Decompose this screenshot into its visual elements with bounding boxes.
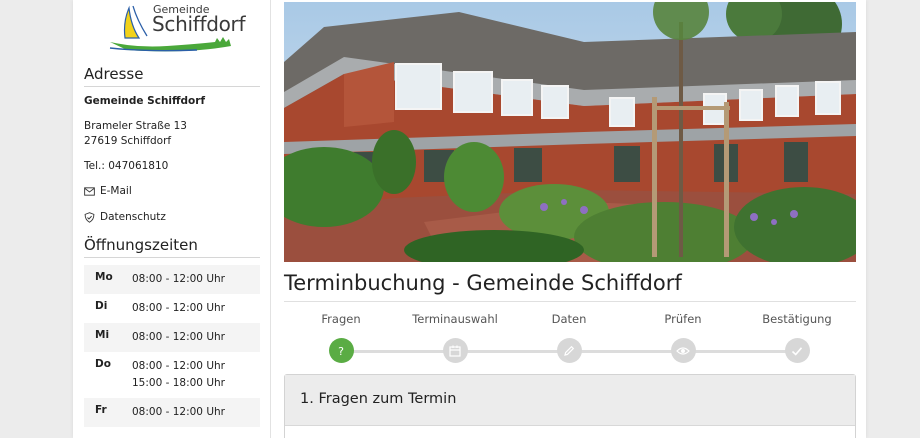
eye-icon	[670, 338, 696, 363]
envelope-icon	[84, 186, 95, 196]
step-label: Terminauswahl	[412, 312, 498, 326]
step-bestaetigung[interactable]: Bestätigung	[740, 312, 854, 363]
privacy-label: Datenschutz	[100, 211, 166, 223]
panel-body	[285, 426, 855, 438]
step-fragen[interactable]: Fragen ?	[284, 312, 398, 363]
hours-row: Di 08:00 - 12:00 Uhr	[84, 294, 260, 323]
step-pruefen[interactable]: Prüfen	[626, 312, 740, 363]
hours-time: 08:00 - 12:00 Uhr	[132, 406, 225, 418]
logo-line2: Schiffdorf	[152, 12, 246, 36]
hours-row: Mo 08:00 - 12:00 Uhr	[84, 265, 260, 294]
question-icon: ?	[328, 338, 354, 363]
opening-hours-table: Mo 08:00 - 12:00 Uhr Di 08:00 - 12:00 Uh…	[84, 265, 260, 427]
calendar-icon	[442, 338, 468, 363]
hours-time: 08:00 - 12:00 Uhr	[132, 302, 225, 314]
city: 27619 Schiffdorf	[84, 135, 172, 147]
phone[interactable]: Tel.: 047061810	[84, 160, 168, 172]
hours-time: 08:00 - 12:00 Uhr	[132, 331, 225, 343]
hours-day: Mo	[95, 271, 113, 283]
hours-time: 08:00 - 12:00 Uhr	[132, 273, 225, 285]
email-label: E-Mail	[100, 185, 132, 197]
shield-icon	[84, 211, 95, 223]
step-daten[interactable]: Daten	[512, 312, 626, 363]
building-illustration	[284, 2, 856, 262]
hours-time: 08:00 - 12:00 Uhr	[132, 360, 225, 372]
hours-day: Do	[95, 358, 111, 370]
svg-text:?: ?	[338, 345, 344, 358]
step-terminauswahl[interactable]: Terminauswahl	[398, 312, 512, 363]
email-link[interactable]: E-Mail	[84, 185, 132, 197]
hours-row: Do 08:00 - 12:00 Uhr 15:00 - 18:00 Uhr	[84, 352, 260, 398]
step-label: Fragen	[321, 312, 361, 326]
sidebar: Gemeinde Schiffdorf Adresse Gemeinde Sch…	[73, 0, 271, 438]
hours-day: Fr	[95, 404, 107, 416]
step-label: Daten	[551, 312, 587, 326]
street: Brameler Straße 13	[84, 120, 187, 132]
hours-day: Di	[95, 300, 108, 312]
address-heading: Adresse	[84, 65, 260, 87]
questions-panel: 1. Fragen zum Termin	[284, 374, 856, 438]
main-content: Terminbuchung - Gemeinde Schiffdorf Frag…	[284, 0, 856, 438]
hours-heading: Öffnungszeiten	[84, 236, 260, 258]
town-hall-photo	[284, 2, 856, 262]
panel-title: 1. Fragen zum Termin	[285, 375, 855, 426]
municipality-logo[interactable]: Gemeinde Schiffdorf	[107, 2, 247, 56]
step-label: Bestätigung	[762, 312, 832, 326]
page: Gemeinde Schiffdorf Adresse Gemeinde Sch…	[73, 0, 866, 438]
booking-stepper: Fragen ? Terminauswahl Daten Prüfen Best…	[284, 312, 856, 367]
org-name: Gemeinde Schiffdorf	[84, 95, 206, 107]
hours-row: Mi 08:00 - 12:00 Uhr	[84, 323, 260, 352]
hours-day: Mi	[95, 329, 110, 341]
privacy-link[interactable]: Datenschutz	[84, 211, 166, 223]
step-label: Prüfen	[664, 312, 702, 326]
check-icon	[784, 338, 810, 363]
hours-row: Fr 08:00 - 12:00 Uhr	[84, 398, 260, 427]
page-title: Terminbuchung - Gemeinde Schiffdorf	[284, 271, 856, 302]
pencil-icon	[556, 338, 582, 363]
hours-time: 15:00 - 18:00 Uhr	[132, 377, 225, 389]
